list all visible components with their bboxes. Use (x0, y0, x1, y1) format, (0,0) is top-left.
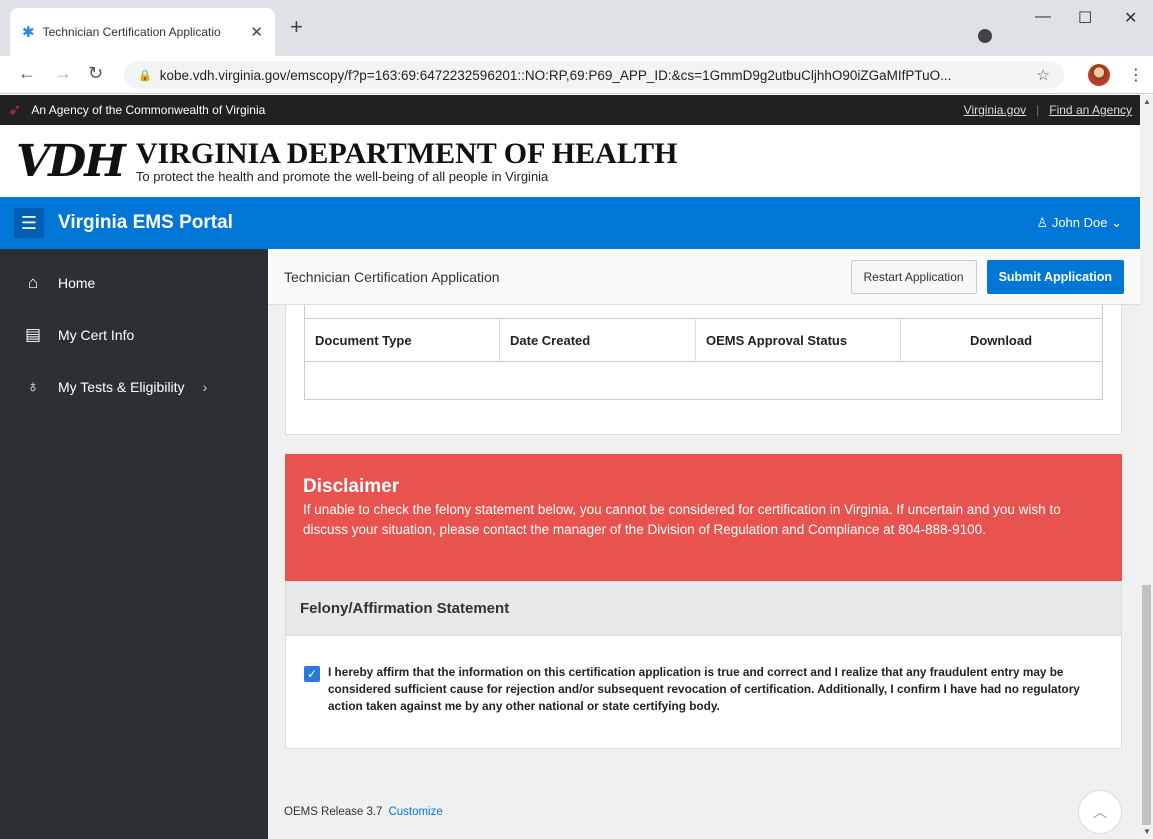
award-icon: ♁ (26, 377, 40, 396)
chevron-right-icon[interactable]: › (203, 379, 208, 395)
forward-icon[interactable]: → (54, 64, 72, 82)
sidebar-item-my-cert-info[interactable]: ▤ My Cert Info (0, 309, 268, 361)
address-bar-row: ← → ↻ 🔒 kobe.vdh.virginia.gov/emscopy/f?… (0, 56, 1153, 94)
column-header[interactable]: OEMS Approval Status (696, 319, 901, 361)
back-icon[interactable]: ← (18, 64, 36, 82)
browser-menu-icon[interactable]: ⋮ (1128, 65, 1144, 85)
sidebar-item-my-tests[interactable]: ♁ My Tests & Eligibility › (0, 361, 268, 413)
user-icon: ♙ (1036, 215, 1049, 230)
footer: OEMS Release 3.7 Customize (268, 785, 1140, 839)
portal-title[interactable]: Virginia EMS Portal (58, 212, 233, 234)
id-card-icon: ▤ (24, 325, 42, 344)
disclaimer-heading: Disclaimer (303, 476, 400, 497)
account-avatar[interactable] (1088, 64, 1110, 86)
page-scrollbar[interactable]: ▲ ▼ (1140, 95, 1153, 839)
page-title-bar: Technician Certification Application Res… (268, 249, 1140, 305)
new-tab-icon[interactable]: + (290, 16, 303, 38)
disclaimer-text: If unable to check the felony statement … (303, 502, 1061, 537)
virginia-gov-link[interactable]: Virginia.gov (964, 103, 1026, 117)
restart-application-button[interactable]: Restart Application (850, 259, 977, 294)
user-menu[interactable]: ♙ John Doe ⌄ (1037, 215, 1122, 231)
department-tagline: To protect the health and promote the we… (135, 168, 549, 184)
column-header[interactable]: Download (901, 319, 1101, 361)
sidebar-item-label: My Tests & Eligibility (58, 379, 185, 395)
documents-region: Document Type Date Created OEMS Approval… (285, 305, 1122, 435)
window-close-icon[interactable]: ✕ (1124, 8, 1137, 28)
bookmark-star-icon[interactable]: ☆ (1037, 66, 1050, 84)
affirmation-statement[interactable]: I hereby affirm that the information on … (328, 664, 1103, 715)
home-icon: ⌂ (27, 273, 39, 292)
release-text: OEMS Release 3.7 (284, 806, 383, 818)
vdh-banner: VDH VIRGINIA DEPARTMENT OF HEALTH To pro… (0, 125, 1140, 197)
table-header-row: Document Type Date Created OEMS Approval… (305, 318, 1102, 362)
affirmation-row: ✓ I hereby affirm that the information o… (286, 636, 1121, 715)
reload-icon[interactable]: ↻ (88, 64, 103, 82)
portal-header: ☰ Virginia EMS Portal ♙ John Doe ⌄ (0, 197, 1140, 249)
browser-tab[interactable]: ✱ Technician Certification Applicatio ✕ (10, 8, 275, 56)
star-of-life-icon: ✱ (22, 23, 35, 41)
maximize-icon[interactable]: ☐ (1078, 8, 1092, 28)
find-agency-link[interactable]: Find an Agency (1049, 103, 1132, 117)
affirmation-checkbox[interactable]: ✓ (304, 666, 320, 682)
scrollbar-thumb[interactable] (1142, 585, 1151, 825)
menu-toggle-icon[interactable]: ☰ (14, 208, 44, 238)
minimize-icon[interactable]: — (1035, 8, 1051, 26)
cardinal-logo-icon: ➶ (8, 102, 22, 119)
sidebar: ⌂ Home ▤ My Cert Info ♁ My Tests & Eligi… (0, 249, 268, 839)
main-content: Technician Certification Application Res… (268, 249, 1140, 839)
department-name: VIRGINIA DEPARTMENT OF HEALTH (135, 136, 678, 170)
tab-title: Technician Certification Applicatio (42, 25, 221, 39)
lock-icon: 🔒 (138, 69, 152, 82)
column-header[interactable]: Date Created (500, 319, 696, 361)
url-text: kobe.vdh.virginia.gov/emscopy/f?p=163:69… (159, 67, 952, 83)
documents-table: Document Type Date Created OEMS Approval… (304, 305, 1103, 400)
agency-bar: ➶ An Agency of the Commonwealth of Virgi… (0, 95, 1140, 125)
browser-tab-strip: ✱ Technician Certification Applicatio ✕ … (0, 0, 1153, 56)
sidebar-item-label: My Cert Info (58, 327, 135, 343)
agency-text: An Agency of the Commonwealth of Virgini… (31, 103, 266, 117)
submit-application-button[interactable]: Submit Application (986, 259, 1124, 294)
page-title: Technician Certification Application (284, 268, 500, 285)
scroll-up-icon[interactable]: ▲ (1143, 97, 1151, 106)
felony-heading: Felony/Affirmation Statement (286, 582, 1121, 636)
felony-statement-region: Felony/Affirmation Statement ✓ I hereby … (285, 581, 1122, 749)
vdh-logo[interactable]: VDH (16, 136, 126, 187)
link-separator: | (1036, 103, 1040, 117)
browser-profile-icon[interactable] (978, 29, 992, 43)
scroll-down-icon[interactable]: ▼ (1143, 827, 1151, 836)
chevron-down-icon: ⌄ (1111, 215, 1122, 230)
customize-link[interactable]: Customize (388, 806, 442, 818)
sidebar-item-home[interactable]: ⌂ Home (0, 257, 268, 309)
sidebar-item-label: Home (58, 275, 96, 291)
tab-close-icon[interactable]: ✕ (250, 23, 263, 41)
scroll-to-top-button[interactable]: ︿ (1078, 790, 1122, 834)
disclaimer-alert: Disclaimer If unable to check the felony… (285, 454, 1122, 581)
address-bar[interactable]: 🔒 kobe.vdh.virginia.gov/emscopy/f?p=163:… (124, 61, 1064, 89)
column-header[interactable]: Document Type (305, 319, 500, 361)
user-name: John Doe (1051, 215, 1108, 230)
